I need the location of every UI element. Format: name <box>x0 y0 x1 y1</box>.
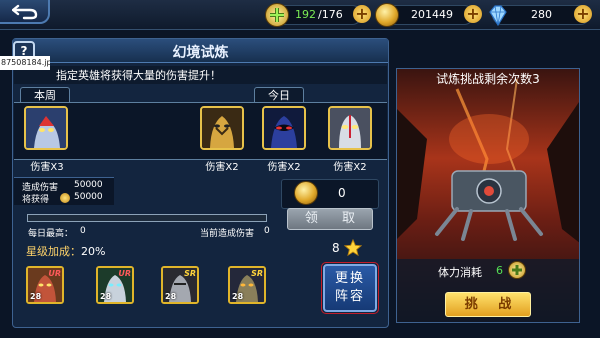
stamina-cost-value: 6 <box>496 264 503 277</box>
challenge-button[interactable]: 挑 战 <box>445 292 531 317</box>
diamond-icon <box>485 3 509 27</box>
earn-value: 50000 <box>74 192 103 202</box>
hero-portrait-icon <box>264 108 304 148</box>
stamina-cost-label: 体力消耗 <box>438 266 482 279</box>
card-rank: SR <box>251 269 263 278</box>
gold-resource: 201449 <box>375 3 474 27</box>
remaining-attempts: 试炼挑战剩余次数3 <box>436 72 540 86</box>
star-count: 8 <box>332 241 340 255</box>
back-button[interactable] <box>0 0 50 24</box>
card-rank: UR <box>118 269 131 278</box>
gold-coin-icon <box>375 3 399 27</box>
gold-coin-icon <box>294 181 318 205</box>
card-level: 28 <box>30 292 42 301</box>
boss-scene-image <box>397 69 579 322</box>
daily-max-label: 每日最高： <box>28 229 74 239</box>
image-filename-tooltip: 87508184.jpg <box>0 56 50 70</box>
card-rank: SR <box>184 269 196 278</box>
today-hero-portrait-1[interactable] <box>200 106 244 150</box>
daily-max-value: 0 <box>80 226 86 236</box>
star-bonus-label: 星级加成： <box>26 245 81 258</box>
page-title: 幻境试炼 <box>172 45 229 61</box>
card-rank: UR <box>48 269 61 278</box>
gold-amount: 201449 <box>411 8 453 21</box>
claim-button[interactable]: 领 取 <box>287 208 373 230</box>
stamina-current: 192 <box>295 8 316 21</box>
weekly-hero-portrait[interactable] <box>24 106 68 150</box>
today-hero-multiplier-3: 伤害X2 <box>333 162 367 173</box>
weekly-hero-multiplier: 伤害X3 <box>30 162 64 173</box>
hero-portrait-icon <box>330 108 370 148</box>
reward-count: 0 <box>338 186 346 200</box>
earn-label: 将获得 <box>22 195 50 205</box>
lineup-card-1[interactable]: UR 28 <box>26 266 64 304</box>
stamina-resource: 192 /176 <box>265 3 362 27</box>
current-damage-label: 当前造成伤害 <box>200 229 255 239</box>
diamond-amount: 280 <box>531 8 552 21</box>
today-hero-portrait-2[interactable] <box>262 106 306 150</box>
lineup-card-4[interactable]: SR 28 <box>228 266 266 304</box>
today-hero-portrait-3[interactable] <box>328 106 372 150</box>
today-tab-label: 今日 <box>254 87 304 103</box>
damage-progress-bar <box>27 214 267 222</box>
card-level: 28 <box>232 292 244 301</box>
card-level: 28 <box>100 292 112 301</box>
add-stamina-button[interactable]: + <box>353 5 371 23</box>
back-arrow-icon <box>12 4 38 20</box>
stamina-icon <box>508 261 526 279</box>
change-lineup-button[interactable]: 更换 阵容 <box>323 264 377 312</box>
gold-coin-icon <box>60 193 70 203</box>
lineup-card-2[interactable]: UR 28 <box>96 266 134 304</box>
description-text: 指定英雄将获得大量的伤害提升！ <box>56 69 221 82</box>
current-damage-value: 0 <box>264 226 270 236</box>
stamina-icon <box>265 3 289 27</box>
today-hero-multiplier-2: 伤害X2 <box>267 162 301 173</box>
today-hero-multiplier-1: 伤害X2 <box>205 162 239 173</box>
challenge-panel <box>396 68 580 323</box>
star-icon <box>344 239 362 257</box>
card-level: 28 <box>165 292 177 301</box>
hero-portrait-icon <box>202 108 242 148</box>
change-lineup-label-2: 阵容 <box>334 289 365 304</box>
lineup-card-3[interactable]: SR 28 <box>161 266 199 304</box>
damage-dealt-value: 50000 <box>74 180 103 190</box>
stamina-max: /176 <box>318 8 343 21</box>
hero-portrait-icon <box>26 108 66 148</box>
add-gold-button[interactable]: + <box>464 5 482 23</box>
add-diamond-button[interactable]: + <box>574 5 592 23</box>
weekly-tab-label: 本周 <box>20 87 70 103</box>
star-bonus-value: 20% <box>81 245 106 258</box>
change-lineup-label-1: 更换 <box>334 271 365 286</box>
star-bonus: 星级加成：20% <box>26 243 105 259</box>
